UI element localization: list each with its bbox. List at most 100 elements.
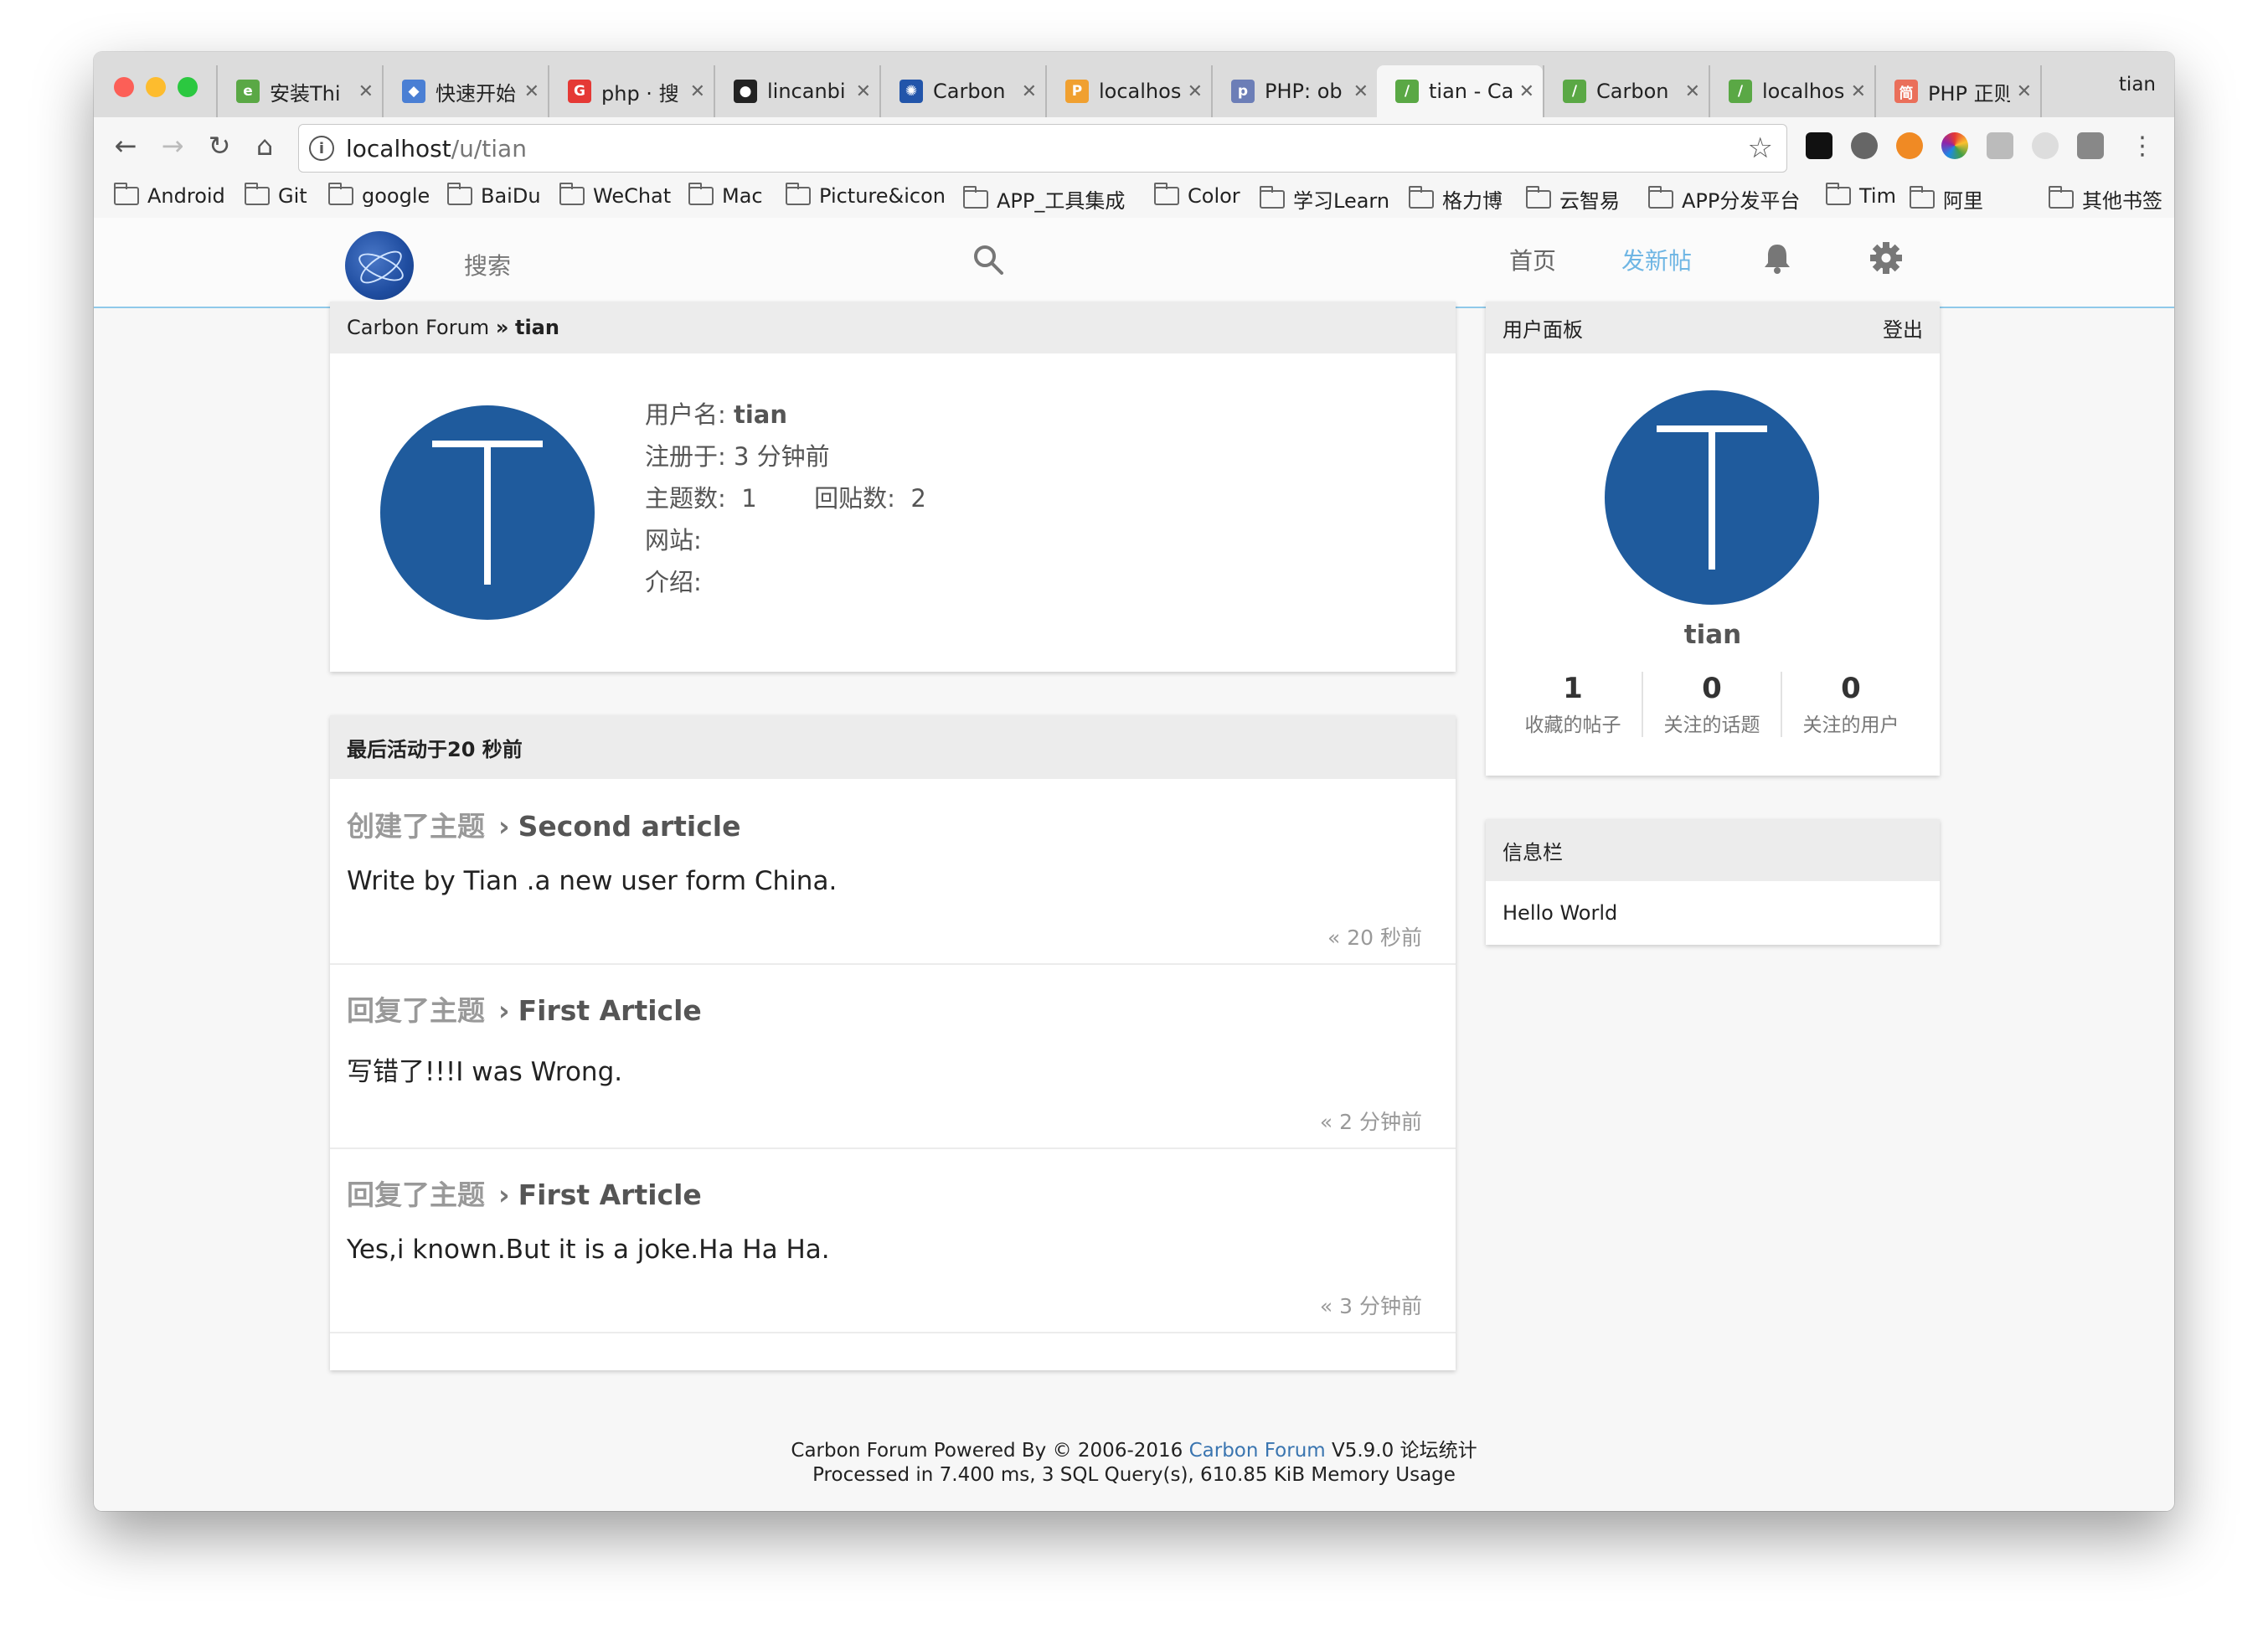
footer-line-1: Carbon Forum Powered By © 2006-2016 Carb… [94,1434,2174,1462]
bookmark-folder[interactable]: BaiDu [447,183,541,208]
browser-tab[interactable]: 简 PHP 正则 ✕ [1874,65,2040,117]
gear-icon[interactable] [1868,240,1905,276]
bookmark-folder[interactable]: Color [1154,183,1240,208]
url-host: localhost [346,134,451,162]
close-window-button[interactable] [114,77,134,97]
bookmark-folder[interactable]: APP分发平台 [1648,184,1800,214]
forward-icon[interactable]: → [154,127,191,164]
user-stat-label: 关注的话题 [1663,714,1760,736]
browser-tab[interactable]: ✺ Carbon ✕ [879,65,1045,117]
activity-type: 回复了主题 [347,1178,485,1211]
activity-time: « 3 分钟前 [1319,1294,1422,1318]
web-page: 搜索 首页 发新帖 Carbon Forum » tian 用户名: tian … [94,218,2174,1511]
logout-link[interactable]: 登出 [1883,313,1923,343]
carbon-forum-logo[interactable] [345,231,414,300]
orange-extension-icon[interactable] [1896,132,1923,159]
tab-close-icon[interactable]: ✕ [2017,81,2032,102]
tab-title: php · 搜 [601,81,679,106]
tab-close-icon[interactable]: ✕ [1685,81,1700,102]
tab-close-icon[interactable]: ✕ [1188,81,1203,102]
back-icon[interactable]: ← [107,127,144,164]
site-info-icon[interactable]: i [309,136,334,161]
folder-icon [328,183,353,205]
browser-tab[interactable]: / Carbon ✕ [1543,65,1709,117]
bookmark-folder[interactable]: APP_工具集成 [963,184,1125,214]
photos-extension-icon[interactable] [1941,132,1968,159]
footer-carbon-link[interactable]: Carbon Forum [1189,1440,1326,1462]
tab-close-icon[interactable]: ✕ [1519,81,1534,102]
bookmark-folder[interactable]: Android [114,183,225,208]
grey-extension-icon[interactable] [2032,132,2059,159]
browser-tab[interactable]: / tian - Ca ✕ [1377,65,1543,117]
tab-title: 安装Thi [270,81,341,106]
tab-close-icon[interactable]: ✕ [1022,81,1037,102]
browser-menu-icon[interactable]: ⋮ [2124,127,2161,164]
bookmark-folder[interactable]: 阿里 [1910,184,1983,214]
user-stat[interactable]: 1 收藏的帖子 [1504,672,1643,737]
tab-close-icon[interactable]: ✕ [856,81,871,102]
folder-icon [1910,185,1935,209]
other-bookmarks[interactable]: 其他书签 [2049,184,2162,214]
minimize-window-button[interactable] [146,77,166,97]
folder-icon [786,183,811,205]
bookmark-folder[interactable]: 云智易 [1526,184,1620,214]
breadcrumb-site-link[interactable]: Carbon Forum [347,316,489,339]
activity-topic-link[interactable]: First Article [518,994,702,1027]
tab-close-icon[interactable]: ✕ [1353,81,1369,102]
search-input[interactable]: 搜索 [464,248,511,281]
settings-extension-icon[interactable] [1851,132,1878,159]
home-icon[interactable]: ⌂ [246,127,283,164]
browser-tab[interactable]: e 安装Thi ✕ [216,65,382,117]
tab-favicon-icon: ● [734,80,757,103]
square-extension-icon[interactable] [2077,132,2104,159]
bookmark-folder[interactable]: google [328,183,430,208]
user-stat[interactable]: 0 关注的话题 [1643,672,1782,737]
reload-icon[interactable]: ↻ [201,127,238,164]
bookmark-folder[interactable]: Mac [688,183,763,208]
browser-tab[interactable]: ● lincanbi ✕ [714,65,879,117]
bookmark-label: google [362,184,430,208]
nav-home-link[interactable]: 首页 [1509,243,1556,276]
bookmark-folder[interactable]: WeChat [559,183,671,208]
rp-extension-icon[interactable] [1987,132,2013,159]
bookmark-folder[interactable]: Git [245,183,307,208]
tab-title: lincanbi [767,80,846,103]
browser-tab[interactable]: Gphp · 搜 ✕ [548,65,714,117]
tab-close-icon[interactable]: ✕ [1851,81,1866,102]
tab-favicon-icon: G [568,80,591,103]
browser-tab[interactable]: p PHP: ob ✕ [1211,65,1377,117]
profile-username-row: 用户名: tian [645,395,787,431]
tab-close-icon[interactable]: ✕ [358,81,374,102]
browser-tab[interactable]: Plocalhos ✕ [1045,65,1211,117]
search-icon[interactable] [972,243,1005,276]
folder-icon [963,185,988,209]
activity-topic-link[interactable]: First Article [518,1178,702,1211]
bookmark-folder[interactable]: Tim [1826,183,1896,208]
address-bar[interactable]: i localhost/u/tian ☆ [298,124,1787,173]
tab-close-icon[interactable]: ✕ [524,81,539,102]
tab-title: PHP 正则 [1928,81,2010,106]
footer-stats-link[interactable]: 论坛统计 [1400,1440,1477,1462]
user-stat-value: 0 [1841,672,1861,705]
user-panel-username[interactable]: tian [1486,620,1940,650]
bell-icon[interactable] [1759,240,1796,276]
user-panel-avatar[interactable] [1605,390,1819,605]
nav-new-post-link[interactable]: 发新帖 [1621,243,1692,276]
bookmark-folder[interactable]: 学习Learn [1260,184,1389,214]
activity-topic-link[interactable]: Second article [518,810,741,843]
bookmark-label: Picture&icon [819,184,946,208]
bookmark-folder[interactable]: 格力博 [1409,184,1503,214]
new-tab-button[interactable] [2040,65,2099,117]
browser-tab[interactable]: ◆ 快速开始 ✕ [382,65,548,117]
jetbrains-extension-icon[interactable] [1806,132,1832,159]
bookmark-folder[interactable]: Picture&icon [786,183,946,208]
tab-close-icon[interactable]: ✕ [690,81,705,102]
zoom-window-button[interactable] [178,77,198,97]
profile-username: tian [734,400,788,429]
footer-version: V5.9.0 [1325,1440,1400,1462]
browser-profile-name[interactable]: tian [2119,74,2156,95]
folder-icon [1154,183,1179,205]
bookmark-star-icon[interactable]: ☆ [1748,131,1773,165]
browser-tab[interactable]: / localhos ✕ [1709,65,1874,117]
user-stat[interactable]: 0 关注的用户 [1782,672,1920,737]
